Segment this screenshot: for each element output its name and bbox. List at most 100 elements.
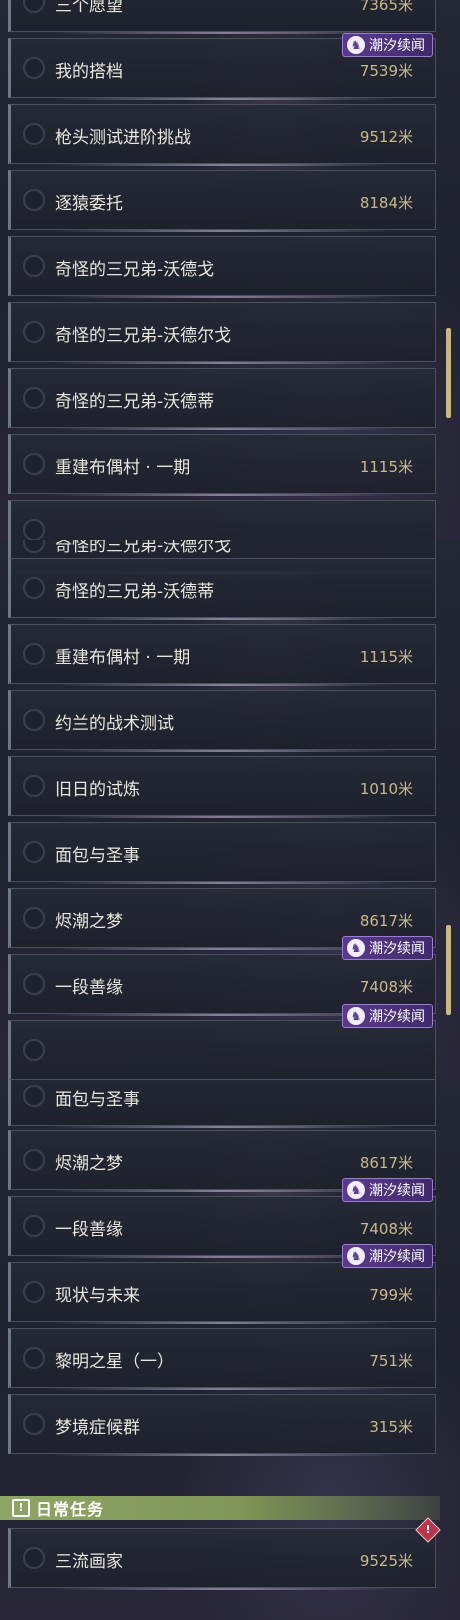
knight-icon: ♞ [347, 939, 365, 957]
task-track-checkbox[interactable] [23, 1347, 45, 1369]
task-item-liming-zhixing[interactable]: 黎明之星（一） 751米 [8, 1328, 436, 1390]
task-item-chongjian-buoucun[interactable]: 重建布偶村 · 一期 1115米 [8, 624, 436, 686]
task-name: 重建布偶村 · 一期 [55, 458, 191, 478]
task-track-checkbox[interactable] [23, 123, 45, 145]
task-track-checkbox[interactable] [23, 1149, 45, 1171]
task-distance: 7408米 [359, 1220, 413, 1238]
task-track-checkbox[interactable] [23, 577, 45, 599]
task-name: 烬潮之梦 [55, 1154, 123, 1174]
task-distance: 1115米 [359, 458, 413, 476]
badge-label: 潮汐续闻 [369, 38, 425, 54]
task-distance: 1115米 [359, 648, 413, 666]
task-item-sanliu-huajia[interactable]: 三流画家 9525米 [8, 1528, 436, 1590]
task-track-checkbox[interactable] [23, 907, 45, 929]
knight-icon: ♞ [347, 1007, 365, 1025]
task-track-checkbox[interactable] [23, 453, 45, 475]
task-name: 约兰的战术测试 [55, 714, 174, 734]
task-item-partial[interactable] [8, 500, 436, 540]
task-distance: 1010米 [359, 780, 413, 798]
task-track-checkbox[interactable] [23, 973, 45, 995]
task-name: 重建布偶村 · 一期 [55, 648, 191, 668]
exclamation-icon: ! [12, 1499, 30, 1517]
task-track-checkbox[interactable] [23, 1085, 45, 1107]
task-item-xianzhuang-weilai[interactable]: 现状与未来 799米 [8, 1262, 436, 1324]
task-track-checkbox[interactable] [23, 1413, 45, 1435]
task-distance: 751米 [369, 1352, 413, 1370]
task-item-jiuri-shilian[interactable]: 旧日的试炼 1010米 [8, 756, 436, 818]
task-item-mianbao-shengshi[interactable]: 面包与圣事 [8, 1080, 436, 1128]
task-name: 奇怪的三兄弟-沃德尔戈 [55, 540, 232, 556]
task-name: 一段善缘 [55, 1220, 123, 1240]
task-distance: 7539米 [359, 62, 413, 80]
task-name: 面包与圣事 [55, 1090, 140, 1110]
task-item-mianbao-shengshi[interactable]: 面包与圣事 [8, 822, 436, 884]
task-item-mengjing-zhenghouqun[interactable]: 梦境症候群 315米 [8, 1394, 436, 1456]
task-distance: 9525米 [359, 1552, 413, 1570]
task-distance: 7365米 [359, 0, 413, 14]
task-item-wodedi[interactable]: 奇怪的三兄弟-沃德蒂 [8, 558, 436, 620]
task-distance: 315米 [369, 1418, 413, 1436]
task-name: 我的搭档 [55, 62, 123, 82]
task-name: 一段善缘 [55, 978, 123, 998]
task-name: 梦境症候群 [55, 1418, 140, 1438]
task-track-checkbox[interactable] [23, 841, 45, 863]
task-name: 奇怪的三兄弟-沃德蒂 [55, 582, 215, 602]
task-name: 奇怪的三兄弟-沃德蒂 [55, 392, 215, 412]
quest-list-panel-1: 三个愿望 7365米 我的搭档 7539米 ♞ 潮汐续闻 枪头测试进阶挑战 95… [0, 0, 460, 540]
knight-icon: ♞ [347, 1247, 365, 1265]
task-name: 枪头测试进阶挑战 [55, 128, 191, 148]
badge-label: 潮汐续闻 [369, 1009, 425, 1025]
task-distance: 8617米 [359, 1154, 413, 1172]
task-track-checkbox[interactable] [23, 1547, 45, 1569]
quest-list-panel-2: 奇怪的三兄弟-沃德尔戈 奇怪的三兄弟-沃德蒂 重建布偶村 · 一期 1115米 … [0, 540, 460, 1080]
task-track-checkbox[interactable] [23, 519, 45, 540]
tide-story-badge: ♞ 潮汐续闻 [342, 1004, 433, 1028]
task-name: 黎明之星（一） [55, 1352, 174, 1372]
task-track-checkbox[interactable] [23, 1215, 45, 1237]
task-name: 逐猿委托 [55, 194, 123, 214]
task-item-partial[interactable] [8, 1020, 436, 1080]
task-track-checkbox[interactable] [23, 255, 45, 277]
badge-label: 潮汐续闻 [369, 941, 425, 957]
task-distance: 9512米 [359, 128, 413, 146]
task-track-checkbox[interactable] [23, 643, 45, 665]
task-item-sange-yuanwang[interactable]: 三个愿望 7365米 [8, 0, 436, 34]
task-name: 奇怪的三兄弟-沃德尔戈 [55, 326, 232, 346]
task-name: 烬潮之梦 [55, 912, 123, 932]
task-track-checkbox[interactable] [23, 57, 45, 79]
task-name: 奇怪的三兄弟-沃德戈 [55, 260, 215, 280]
task-distance: 7408米 [359, 978, 413, 996]
task-name: 三个愿望 [55, 0, 123, 16]
task-item-zhuyuan-weituo[interactable]: 逐猿委托 8184米 [8, 170, 436, 232]
task-name: 旧日的试炼 [55, 780, 140, 800]
knight-icon: ♞ [347, 36, 365, 54]
task-distance: 8617米 [359, 912, 413, 930]
task-item-wodege[interactable]: 奇怪的三兄弟-沃德戈 [8, 236, 436, 298]
task-item-wodeerge[interactable]: 奇怪的三兄弟-沃德尔戈 [8, 302, 436, 364]
task-track-checkbox[interactable] [23, 1281, 45, 1303]
tide-story-badge: ♞ 潮汐续闻 [342, 936, 433, 960]
task-track-checkbox[interactable] [23, 1039, 45, 1061]
badge-label: 潮汐续闻 [369, 1183, 425, 1199]
section-title: 日常任务 [36, 1500, 105, 1519]
task-name: 面包与圣事 [55, 846, 140, 866]
task-item-qiangtou-ceshi[interactable]: 枪头测试进阶挑战 9512米 [8, 104, 436, 166]
task-track-checkbox[interactable] [23, 189, 45, 211]
task-track-checkbox[interactable] [23, 775, 45, 797]
task-track-checkbox[interactable] [23, 0, 45, 13]
daily-tasks-header[interactable]: ! 日常任务 [0, 1496, 440, 1520]
tide-story-badge: ♞ 潮汐续闻 [342, 33, 433, 57]
task-name: 现状与未来 [55, 1286, 140, 1306]
task-item-yuelan-zhanshu[interactable]: 约兰的战术测试 [8, 690, 436, 752]
task-item-chongjian-buoucun[interactable]: 重建布偶村 · 一期 1115米 [8, 434, 436, 496]
task-item-wodedi[interactable]: 奇怪的三兄弟-沃德蒂 [8, 368, 436, 430]
task-track-checkbox[interactable] [23, 540, 45, 553]
task-track-checkbox[interactable] [23, 321, 45, 343]
task-distance: 799米 [369, 1286, 413, 1304]
task-name: 三流画家 [55, 1552, 123, 1572]
tide-story-badge: ♞ 潮汐续闻 [342, 1178, 433, 1202]
badge-label: 潮汐续闻 [369, 1249, 425, 1265]
task-track-checkbox[interactable] [23, 387, 45, 409]
tide-story-badge: ♞ 潮汐续闻 [342, 1244, 433, 1268]
task-track-checkbox[interactable] [23, 709, 45, 731]
